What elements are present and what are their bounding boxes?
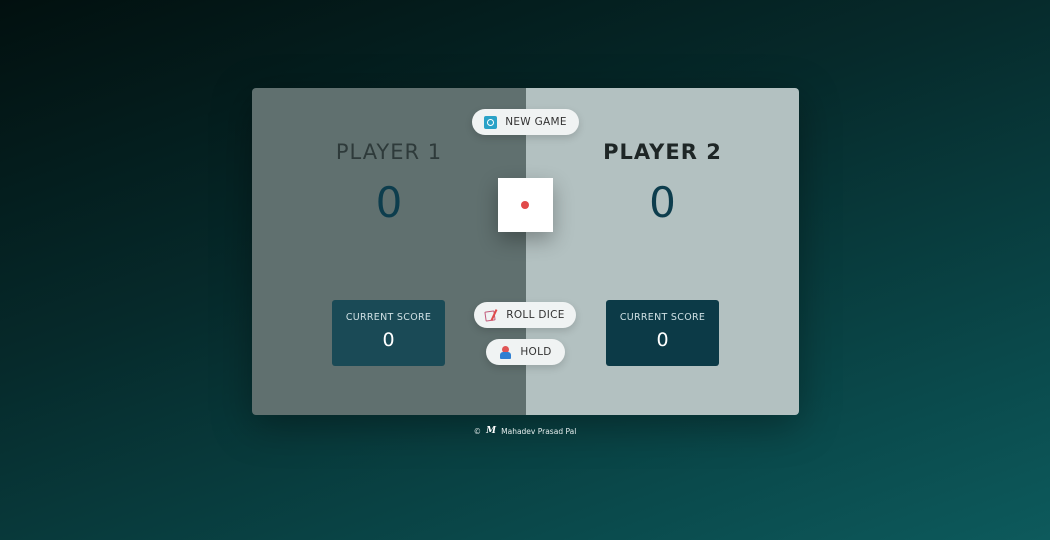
player-2-current-value: 0 [656,329,669,351]
copyright-symbol: © [473,426,482,436]
game-board: PLAYER 1 0 CURRENT SCORE 0 PLAYER 2 0 CU… [252,88,799,415]
refresh-icon [484,115,498,129]
player-2-total-score: 0 [649,178,676,227]
player-1-panel: PLAYER 1 0 CURRENT SCORE 0 [252,88,526,415]
new-game-button[interactable]: NEW GAME [472,109,579,135]
footer: © M Mahadev Prasad Pal [0,426,1050,436]
player-1-total-score: 0 [375,178,403,227]
new-game-label: NEW GAME [505,116,567,128]
player-2-current-label: CURRENT SCORE [619,312,706,323]
dice [498,178,553,232]
player-2-current-score-box: CURRENT SCORE 0 [606,300,719,366]
author-name: Mahadev Prasad Pal [501,426,577,436]
roll-dice-button[interactable]: ROLL DICE [474,302,576,328]
hold-icon [499,345,512,359]
player-1-name: PLAYER 1 [335,140,443,164]
player-2-name: PLAYER 2 [603,140,722,164]
player-1-current-label: CURRENT SCORE [345,312,432,323]
dice-roll-icon [485,309,498,321]
roll-dice-label: ROLL DICE [506,309,565,321]
hold-button[interactable]: HOLD [486,339,565,365]
player-1-current-score-box: CURRENT SCORE 0 [332,300,445,366]
hold-label: HOLD [520,346,552,358]
player-1-current-value: 0 [382,329,395,351]
dice-pip [521,201,529,209]
player-2-panel: PLAYER 2 0 CURRENT SCORE 0 [526,88,799,415]
author-logo-icon: M [486,426,497,436]
